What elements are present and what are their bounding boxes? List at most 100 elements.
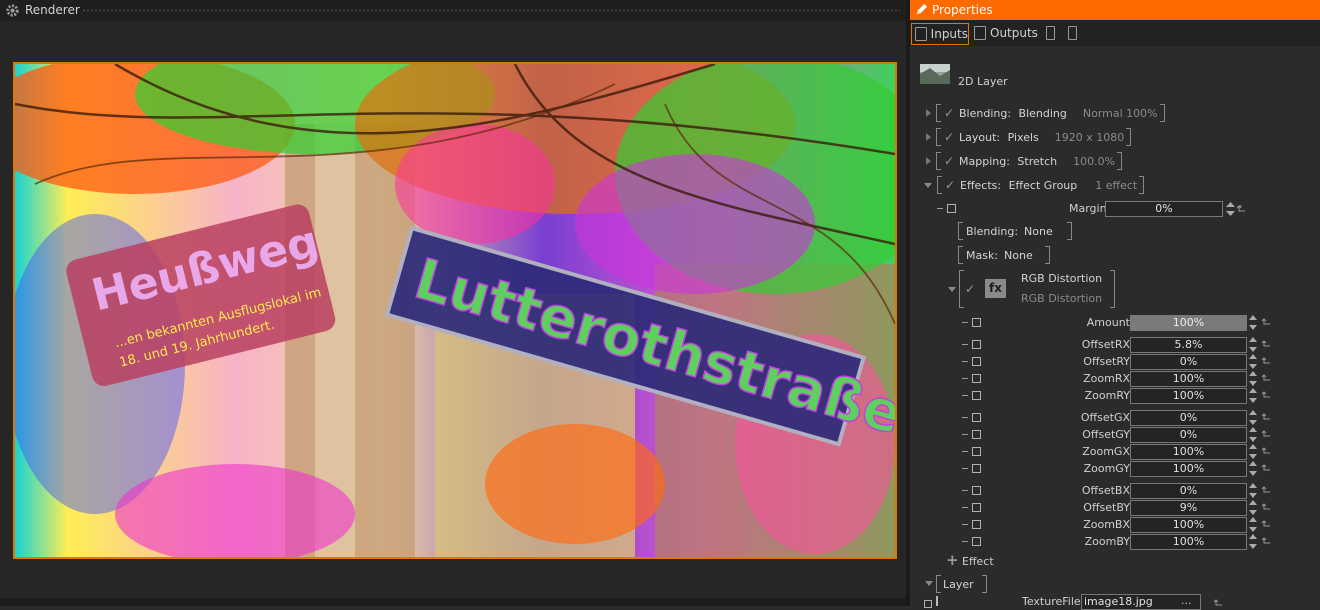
render-viewport[interactable]: Heußweg ...en bekannten Ausflugslokal im… bbox=[13, 62, 897, 559]
param-connector[interactable] bbox=[972, 430, 981, 439]
add-icon[interactable]: + bbox=[946, 553, 959, 568]
reset-icon[interactable] bbox=[1262, 339, 1271, 348]
browse-button[interactable]: ... bbox=[1181, 594, 1192, 607]
reset-icon[interactable] bbox=[1262, 317, 1271, 326]
param-connector[interactable] bbox=[972, 374, 981, 383]
spin-arrows-icon[interactable] bbox=[1249, 483, 1257, 498]
param-field[interactable]: 100% bbox=[1130, 534, 1247, 550]
layer-section-label: Layer bbox=[943, 577, 974, 591]
param-connector[interactable] bbox=[972, 340, 981, 349]
param-connector[interactable] bbox=[972, 520, 981, 529]
spin-arrows-icon[interactable] bbox=[1249, 354, 1257, 369]
texture-connector[interactable] bbox=[924, 600, 932, 608]
drag-handle[interactable] bbox=[82, 9, 900, 12]
margin-row: Margin 0% bbox=[910, 200, 1320, 218]
param-connector[interactable] bbox=[972, 391, 981, 400]
spin-arrows-icon[interactable] bbox=[1249, 410, 1257, 425]
mask-field[interactable]: Mask: None bbox=[958, 246, 1050, 264]
param-label: ZoomBX bbox=[1083, 518, 1130, 531]
spin-arrows-icon[interactable] bbox=[1249, 444, 1257, 459]
expand-arrow-icon[interactable] bbox=[926, 109, 931, 117]
reset-icon[interactable] bbox=[1262, 429, 1271, 438]
reset-icon[interactable] bbox=[1262, 485, 1271, 494]
collapse-arrow-icon[interactable] bbox=[948, 287, 956, 292]
dash bbox=[962, 322, 968, 323]
layer-section[interactable]: Layer bbox=[936, 575, 987, 593]
spin-arrows-icon[interactable] bbox=[1226, 202, 1235, 216]
spin-arrows-icon[interactable] bbox=[1249, 427, 1257, 442]
tab-node-view[interactable] bbox=[1065, 23, 1081, 43]
blending-group[interactable]: ✓ Blending: Blending Normal 100% bbox=[926, 104, 1165, 122]
sub-blending-field[interactable]: Blending: None bbox=[958, 222, 1072, 240]
spin-arrows-icon[interactable] bbox=[1249, 315, 1257, 330]
param-label: ZoomRY bbox=[1084, 389, 1130, 402]
reset-icon[interactable] bbox=[1262, 502, 1271, 511]
gear-icon[interactable] bbox=[5, 3, 20, 18]
param-connector[interactable] bbox=[972, 357, 981, 366]
bracket-left bbox=[958, 222, 963, 240]
reset-icon[interactable] bbox=[1262, 356, 1271, 365]
param-field[interactable]: 100% bbox=[1130, 388, 1247, 404]
param-connector[interactable] bbox=[972, 503, 981, 512]
spin-arrows-icon[interactable] bbox=[1249, 461, 1257, 476]
tab-split-view[interactable] bbox=[1043, 23, 1059, 43]
checkbox-mapping[interactable]: ✓ bbox=[944, 155, 956, 167]
param-field[interactable]: 100% bbox=[1130, 315, 1247, 331]
reset-icon[interactable] bbox=[1262, 463, 1271, 472]
checkbox-effect[interactable]: ✓ bbox=[965, 282, 975, 296]
spin-arrows-icon[interactable] bbox=[1249, 517, 1257, 532]
param-connector[interactable] bbox=[972, 413, 981, 422]
param-connector[interactable] bbox=[972, 318, 981, 327]
spin-arrows-icon[interactable] bbox=[1249, 371, 1257, 386]
checkbox-effects[interactable]: ✓ bbox=[945, 179, 957, 191]
spin-arrows-icon[interactable] bbox=[1249, 500, 1257, 515]
reset-icon[interactable] bbox=[1262, 412, 1271, 421]
param-field[interactable]: 0% bbox=[1130, 354, 1247, 370]
reset-icon[interactable] bbox=[1262, 446, 1271, 455]
margin-connector[interactable] bbox=[947, 204, 956, 213]
layout-group[interactable]: ✓ Layout: Pixels 1920 x 1080 bbox=[926, 128, 1132, 146]
margin-label: Margin bbox=[1069, 202, 1107, 215]
reset-icon[interactable] bbox=[1262, 536, 1271, 545]
checkbox-blending[interactable]: ✓ bbox=[944, 107, 956, 119]
param-field[interactable]: 100% bbox=[1130, 517, 1247, 533]
spin-arrows-icon[interactable] bbox=[1249, 388, 1257, 403]
renderer-scrollbar[interactable] bbox=[0, 598, 906, 606]
param-connector[interactable] bbox=[972, 537, 981, 546]
param-field[interactable]: 5.8% bbox=[1130, 337, 1247, 353]
expand-arrow-icon[interactable] bbox=[926, 157, 931, 165]
param-field[interactable]: 9% bbox=[1130, 500, 1247, 516]
margin-field[interactable]: 0% bbox=[1105, 201, 1223, 217]
expand-arrow-icon[interactable] bbox=[926, 133, 931, 141]
effects-group[interactable]: ✓ Effects: Effect Group 1 effect bbox=[924, 176, 1145, 194]
reset-icon[interactable] bbox=[1262, 519, 1271, 528]
param-label: ZoomGY bbox=[1083, 462, 1130, 475]
collapse-arrow-icon[interactable] bbox=[925, 581, 933, 586]
param-field[interactable]: 0% bbox=[1130, 483, 1247, 499]
param-field[interactable]: 0% bbox=[1130, 427, 1247, 443]
tab-outputs[interactable]: Outputs bbox=[971, 23, 1039, 43]
reset-icon[interactable] bbox=[1262, 373, 1271, 382]
tab-inputs[interactable]: Inputs bbox=[911, 23, 969, 45]
param-field[interactable]: 100% bbox=[1130, 444, 1247, 460]
bracket-right bbox=[1066, 222, 1072, 240]
param-field[interactable]: 0% bbox=[1130, 410, 1247, 426]
param-connector[interactable] bbox=[972, 486, 981, 495]
mapping-group[interactable]: ✓ Mapping: Stretch 100.0% bbox=[926, 152, 1123, 170]
param-field[interactable]: 100% bbox=[1130, 461, 1247, 477]
reset-icon[interactable] bbox=[1237, 204, 1246, 213]
checkbox-layout[interactable]: ✓ bbox=[944, 131, 956, 143]
add-effect-button[interactable]: Effect bbox=[962, 555, 994, 568]
collapse-arrow-icon[interactable] bbox=[924, 182, 932, 188]
spin-arrows-icon[interactable] bbox=[1249, 337, 1257, 352]
param-connector[interactable] bbox=[972, 447, 981, 456]
spin-arrows-icon[interactable] bbox=[1249, 534, 1257, 549]
reset-icon[interactable] bbox=[1214, 598, 1223, 606]
param-label: OffsetGY bbox=[1082, 428, 1130, 441]
param-field[interactable]: 100% bbox=[1130, 371, 1247, 387]
dash bbox=[962, 541, 968, 542]
reset-icon[interactable] bbox=[1262, 390, 1271, 399]
param-row-offsetby: OffsetBY 9% bbox=[910, 499, 1320, 516]
param-connector[interactable] bbox=[972, 464, 981, 473]
param-label: ZoomBY bbox=[1084, 535, 1130, 548]
